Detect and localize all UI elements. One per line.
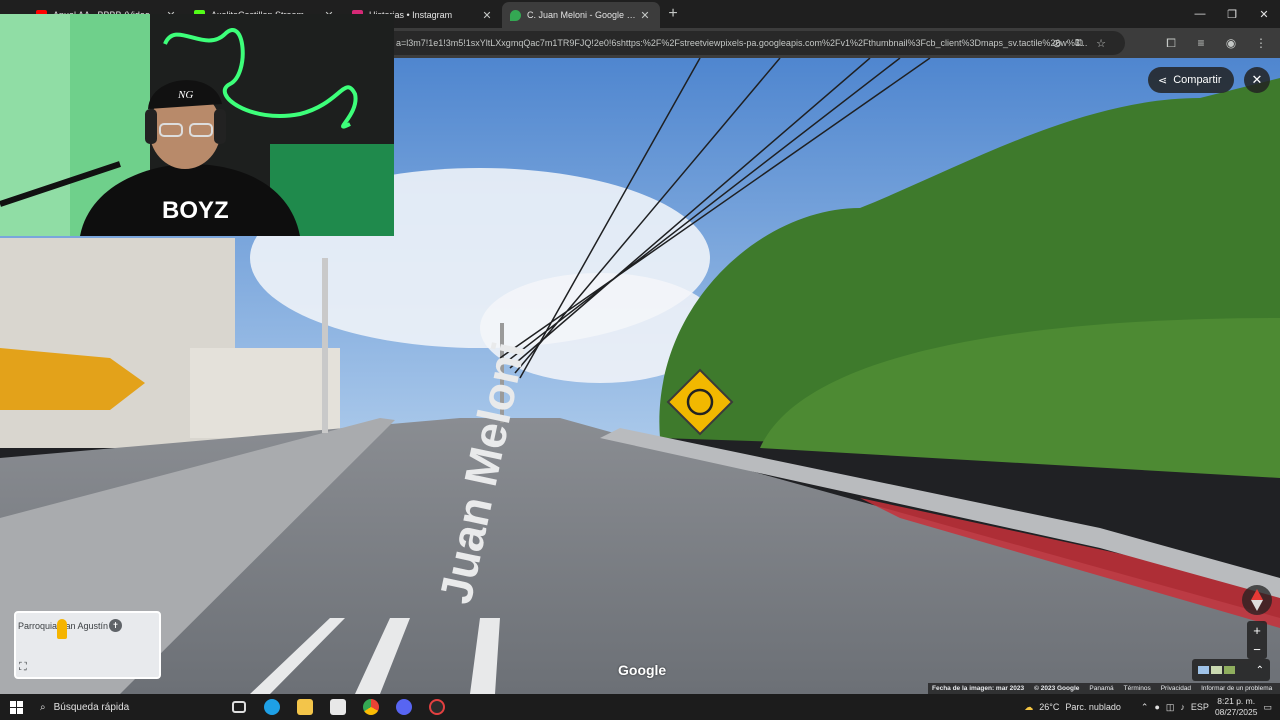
minimize-icon[interactable]: —: [1184, 0, 1216, 28]
clock[interactable]: 8:21 p. m. 08/27/2025: [1215, 696, 1258, 718]
footer-link-privacy[interactable]: Privacidad: [1161, 685, 1191, 692]
tab-title: C. Juan Meloni - Google Maps: [527, 10, 638, 20]
start-button[interactable]: [0, 694, 32, 720]
edge-button[interactable]: [255, 694, 288, 720]
compass[interactable]: [1242, 585, 1272, 615]
street-lamp-pole: [322, 258, 328, 433]
search-placeholder: Búsqueda rápida: [53, 701, 130, 713]
file-explorer-button[interactable]: [288, 694, 321, 720]
notifications-icon[interactable]: ▭: [1263, 702, 1272, 713]
cap-logo: NG: [177, 89, 193, 101]
zoom-out-button[interactable]: −: [1253, 642, 1261, 657]
discord-icon: [395, 699, 412, 715]
profile-icon[interactable]: ◉: [1218, 31, 1244, 55]
maps-pin-icon: [510, 9, 521, 21]
windows-logo-icon: [9, 700, 23, 714]
google-logo: Google: [618, 662, 667, 678]
minimap[interactable]: Parroquia San Agustín ✝ ⛶: [14, 611, 161, 679]
menu-kebab-icon[interactable]: ⋮: [1248, 31, 1274, 55]
share-label: Compartir: [1173, 74, 1222, 86]
mic-icon[interactable]: ●: [1154, 702, 1159, 712]
footer-link-report[interactable]: Informar de un problema: [1201, 685, 1272, 692]
toolbar-right: ⧠ ≡ ◉ ⋮: [1158, 31, 1274, 55]
map-footer: Fecha de la imagen: mar 2023 © 2023 Goog…: [928, 683, 1280, 694]
clock-date: 08/27/2025: [1214, 707, 1258, 717]
place-pin-icon[interactable]: ✝: [109, 619, 122, 632]
reading-list-icon[interactable]: ≡: [1188, 31, 1214, 55]
tab-google-maps[interactable]: C. Juan Meloni - Google Maps ✕: [502, 2, 660, 28]
chevron-up-icon: ⌃: [1255, 664, 1264, 676]
tray-overflow-icon[interactable]: ⌃: [1141, 702, 1149, 713]
clock-time: 8:21 p. m.: [1217, 696, 1256, 706]
layer-thumb-icon: [1224, 666, 1235, 674]
install-app-icon[interactable]: ⧉: [1070, 31, 1088, 55]
new-tab-button[interactable]: +: [660, 1, 686, 27]
zoom-in-button[interactable]: +: [1253, 623, 1261, 638]
discord-button[interactable]: [387, 694, 420, 720]
edge-icon: [263, 699, 280, 715]
building-mid: [190, 348, 340, 438]
store-button[interactable]: [321, 694, 354, 720]
headphones-left: [145, 109, 157, 144]
headphones-right: [214, 109, 226, 144]
image-date: Fecha de la imagen: mar 2023: [932, 685, 1025, 692]
taskbar: ⌕ Búsqueda rápida ☁ 26°C Parc. nublado ⌃…: [0, 694, 1280, 720]
store-icon: [329, 699, 346, 715]
window-controls: — ❐ ✕: [1184, 0, 1280, 28]
extensions-icon[interactable]: ⧠: [1158, 31, 1184, 55]
pegman-icon[interactable]: [57, 619, 67, 639]
zoom-control: + −: [1247, 621, 1267, 659]
footer-link-country[interactable]: Panamá: [1089, 685, 1113, 692]
chrome-button[interactable]: [354, 694, 387, 720]
obs-button[interactable]: [420, 694, 453, 720]
system-tray: ☁ 26°C Parc. nublado ⌃ ● ◫ ♪ ESP 8:21 p.…: [1024, 694, 1280, 720]
language-indicator[interactable]: ESP: [1191, 702, 1209, 712]
folder-icon: [296, 699, 313, 715]
weather-icon[interactable]: ☁: [1024, 702, 1033, 713]
expand-map-icon[interactable]: ⛶: [19, 661, 27, 674]
close-tab-icon[interactable]: ✕: [480, 9, 494, 22]
screen: ⌄ Anuel AA - BBBB (Video Oficial) ✕ Axel…: [0, 0, 1280, 720]
copyright: © 2023 Google: [1034, 685, 1080, 692]
webcam-overlay: NG BOYZ: [0, 14, 394, 236]
close-window-icon[interactable]: ✕: [1248, 0, 1280, 28]
tracking-off-icon[interactable]: ⊘: [1048, 31, 1066, 55]
webcam-feed: NG BOYZ: [0, 14, 394, 236]
chrome-icon: [362, 699, 379, 715]
task-view-button[interactable]: [222, 694, 255, 720]
bookmark-star-icon[interactable]: ☆: [1092, 31, 1110, 55]
taskbar-search[interactable]: ⌕ Búsqueda rápida: [32, 694, 222, 720]
search-icon: ⌕: [40, 701, 46, 713]
layers-toggle[interactable]: ⌃: [1192, 659, 1270, 681]
layer-thumb-icon: [1198, 666, 1209, 674]
obs-icon: [428, 699, 445, 715]
compass-needle-icon: [1251, 589, 1263, 611]
layer-thumb-icon: [1211, 666, 1222, 674]
close-tab-icon[interactable]: ✕: [638, 9, 652, 22]
weather-condition[interactable]: Parc. nublado: [1065, 702, 1121, 712]
footer-link-terms[interactable]: Términos: [1124, 685, 1151, 692]
omnibox-actions: ⊘ ⧉ ☆: [1048, 31, 1110, 55]
volume-icon[interactable]: ♪: [1180, 702, 1185, 712]
task-view-icon: [231, 701, 246, 713]
network-icon[interactable]: ◫: [1166, 702, 1175, 713]
restore-icon[interactable]: ❐: [1216, 0, 1248, 28]
share-icon: ⋖: [1158, 74, 1168, 87]
close-streetview-button[interactable]: ✕: [1244, 67, 1270, 93]
share-button[interactable]: ⋖ Compartir: [1148, 67, 1234, 93]
shirt-print: BOYZ: [162, 197, 229, 224]
weather-temp[interactable]: 26°C: [1039, 702, 1059, 712]
